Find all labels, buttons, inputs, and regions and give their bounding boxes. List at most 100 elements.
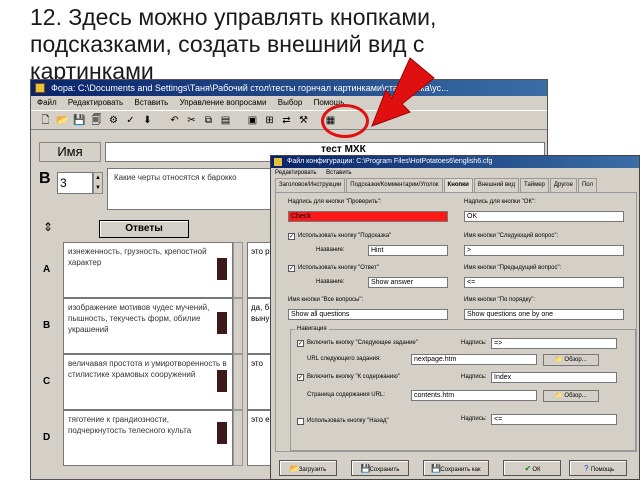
answers-button[interactable]: Ответы bbox=[99, 220, 189, 238]
back-label: Использовать кнопку "Назад" bbox=[307, 418, 389, 424]
back-caption-field[interactable]: <= bbox=[491, 414, 617, 425]
new-file-icon[interactable]: 🗋 bbox=[39, 114, 52, 127]
question-label: В bbox=[39, 170, 51, 187]
save-web-icon[interactable]: 🗐 bbox=[90, 114, 103, 127]
browse-next-button[interactable]: 📁 Обзор... bbox=[543, 354, 599, 366]
help-button[interactable]: ? Помощь bbox=[569, 460, 627, 476]
save-button[interactable]: 💾Сохранить bbox=[351, 460, 409, 476]
answer-scrollbar[interactable] bbox=[233, 298, 243, 354]
use-answer-label: Использовать кнопку "Ответ" bbox=[298, 265, 379, 271]
config-dialog-titlebar[interactable]: Файл конфигурации: C:\Program Files\HotP… bbox=[271, 156, 639, 168]
question-number-field[interactable]: 3 bbox=[57, 172, 93, 194]
menu-file[interactable]: Файл bbox=[37, 98, 57, 107]
navigation-group-title: Навигация bbox=[295, 326, 329, 332]
config-menu-edit[interactable]: Редактировать bbox=[275, 170, 316, 176]
answer-letter: A bbox=[43, 264, 51, 275]
answers-scroll-icon[interactable]: ⇕ bbox=[39, 218, 57, 236]
answer-letter: C bbox=[43, 376, 51, 387]
contents-caption-label: Надпись: bbox=[461, 374, 487, 380]
next-exercise-checkbox[interactable]: ✓ bbox=[297, 340, 304, 347]
tab-user[interactable]: Пол bbox=[577, 178, 598, 192]
load-button[interactable]: 📂Загрузить bbox=[279, 460, 337, 476]
tab-other[interactable]: Другое bbox=[549, 178, 577, 192]
hint-name-field[interactable]: Hint bbox=[368, 245, 448, 256]
tab-timer[interactable]: Таймер bbox=[520, 178, 549, 192]
next-exercise-url-label: URL следующего задания: bbox=[307, 356, 381, 362]
add-picture-icon[interactable]: ▣ bbox=[246, 114, 259, 127]
save-button-label: Сохранить bbox=[369, 467, 400, 473]
hotpot-icon[interactable]: ⬇ bbox=[141, 114, 154, 127]
name-label: Имя bbox=[39, 142, 101, 162]
tab-appearance[interactable]: Внешний вид bbox=[473, 178, 520, 192]
buttons-tab-panel: Надпись для кнопки "Проверить": Check На… bbox=[275, 192, 637, 452]
answer-scrollbar[interactable] bbox=[233, 354, 243, 410]
prev-question-field[interactable]: <= bbox=[464, 277, 624, 288]
menu-edit[interactable]: Редактировать bbox=[68, 98, 123, 107]
contents-checkbox[interactable]: ✓ bbox=[297, 374, 304, 381]
browse-contents-button[interactable]: 📁 Обзор... bbox=[543, 390, 599, 402]
contents-url-field[interactable]: contents.htm bbox=[411, 390, 537, 401]
save-as-button-label: Сохранить как bbox=[440, 467, 481, 473]
main-window-titlebar[interactable]: Фора: C:\Documents and Settings\Таня\Раб… bbox=[31, 80, 547, 96]
shuffle-icon[interactable]: ⇄ bbox=[280, 114, 293, 127]
folder-icon: 📁 bbox=[555, 393, 563, 399]
slide-title-line-1: 12. Здесь можно управлять кнопками, bbox=[30, 4, 437, 30]
cut-icon[interactable]: ✂ bbox=[185, 114, 198, 127]
open-folder-icon[interactable]: 📂 bbox=[56, 114, 69, 127]
answer-text-field[interactable]: изнеженность, грузность, крепостной хара… bbox=[63, 242, 233, 298]
answer-name-field[interactable]: Show answer bbox=[368, 277, 448, 288]
folder-icon: 📁 bbox=[555, 357, 563, 363]
web-page-icon[interactable]: ⚙ bbox=[107, 114, 120, 127]
paste-icon[interactable]: ▤ bbox=[219, 114, 232, 127]
ok-caption-field[interactable]: OK bbox=[464, 211, 624, 222]
answer-scrollbar[interactable] bbox=[233, 410, 243, 466]
config-menubar: Редактировать Вставить bbox=[271, 168, 639, 178]
back-checkbox[interactable] bbox=[297, 418, 304, 425]
all-questions-field[interactable]: Show all questions bbox=[288, 309, 448, 320]
answer-marker bbox=[217, 370, 227, 392]
next-exercise-caption-label: Надпись: bbox=[461, 340, 487, 346]
tab-title-instructions[interactable]: Заголовок/Инструкции bbox=[275, 178, 346, 192]
answer-marker bbox=[217, 312, 227, 334]
tools-icon[interactable]: ⚒ bbox=[297, 114, 310, 127]
hint-name-label: Название: bbox=[316, 247, 345, 253]
save-icon[interactable]: 💾 bbox=[73, 114, 86, 127]
one-by-one-field[interactable]: Show questions one by one bbox=[464, 309, 624, 320]
insert-link-icon[interactable]: ⊞ bbox=[263, 114, 276, 127]
pointer-arrow-icon bbox=[371, 57, 435, 127]
next-exercise-caption-field[interactable]: => bbox=[491, 338, 617, 349]
use-hint-checkbox[interactable]: ✓ bbox=[288, 233, 295, 240]
menu-select[interactable]: Выбор bbox=[278, 98, 303, 107]
answer-text-field[interactable]: тяготение к грандиозности, подчеркнутост… bbox=[63, 410, 233, 466]
config-dialog-title: Файл конфигурации: C:\Program Files\HotP… bbox=[287, 158, 493, 165]
test-title: тест МХК bbox=[321, 144, 366, 155]
answer-letter: D bbox=[43, 432, 51, 443]
menu-insert[interactable]: Вставить bbox=[134, 98, 168, 107]
answer-text-field[interactable]: величавая простота и умиротворенность в … bbox=[63, 354, 233, 410]
ok-button[interactable]: ✔ОК bbox=[503, 460, 561, 476]
save-as-button[interactable]: 💾Сохранить как bbox=[423, 460, 489, 476]
main-menubar: Файл Редактировать Вставить Управление в… bbox=[31, 96, 547, 110]
use-answer-checkbox[interactable]: ✓ bbox=[288, 265, 295, 272]
question-spinner[interactable]: ▲ ▼ bbox=[93, 172, 103, 194]
answer-marker bbox=[217, 422, 227, 444]
copy-icon[interactable]: ⧉ bbox=[202, 114, 215, 127]
check-caption-field[interactable]: Check bbox=[288, 211, 448, 222]
config-menu-insert[interactable]: Вставить bbox=[326, 170, 351, 176]
help-icon: ? bbox=[584, 464, 589, 473]
answer-text-field[interactable]: изображение мотивов чудес мучений, пышно… bbox=[63, 298, 233, 354]
all-questions-label: Имя кнопки "Все вопросы": bbox=[288, 297, 364, 303]
tab-prompts-feedback[interactable]: Подсказки/Комментарии/Уголок bbox=[346, 178, 443, 192]
answer-marker bbox=[217, 258, 227, 280]
tab-buttons[interactable]: Кнопки bbox=[443, 178, 473, 192]
spellcheck-icon[interactable]: ✓ bbox=[124, 114, 137, 127]
next-question-field[interactable]: > bbox=[464, 245, 624, 256]
menu-manage-questions[interactable]: Управление вопросами bbox=[180, 98, 267, 107]
answer-scrollbar[interactable] bbox=[233, 242, 243, 298]
load-button-label: Загрузить bbox=[298, 467, 327, 473]
undo-icon[interactable]: ↶ bbox=[168, 114, 181, 127]
next-exercise-url-field[interactable]: nextpage.htm bbox=[411, 354, 537, 365]
contents-caption-field[interactable]: Index bbox=[491, 372, 617, 383]
main-toolbar: 🗋 📂 💾 🗐 ⚙ ✓ ⬇ ↶ ✂ ⧉ ▤ ▣ ⊞ ⇄ ⚒ ▦ bbox=[31, 110, 547, 130]
slide-title: 12. Здесь можно управлять кнопками, подс… bbox=[30, 4, 610, 85]
